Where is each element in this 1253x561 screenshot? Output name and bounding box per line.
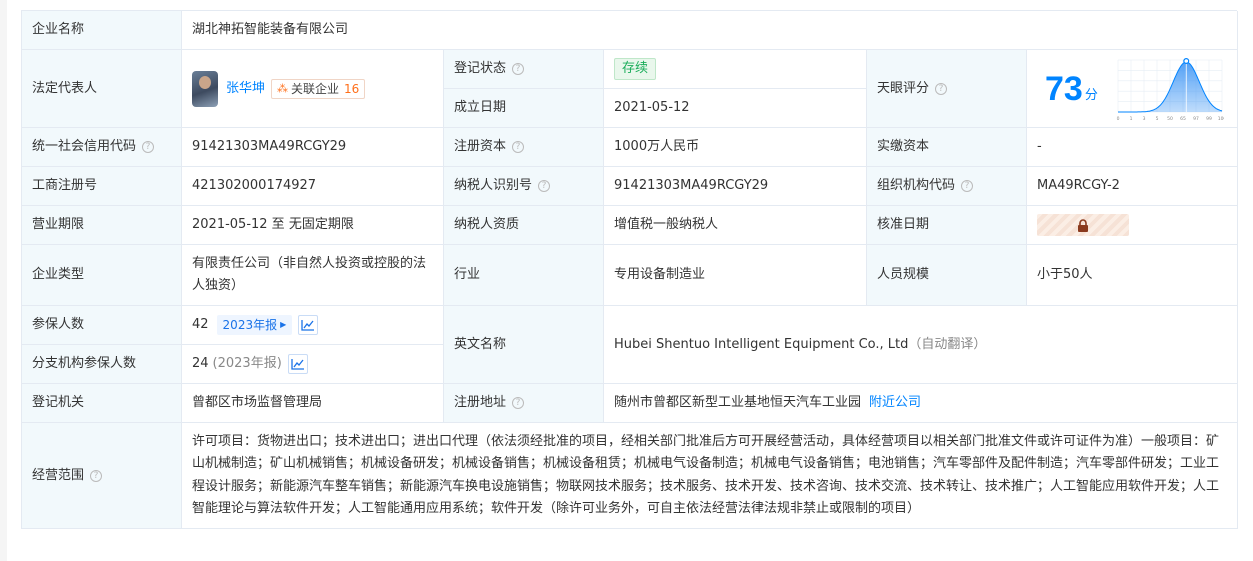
score-unit: 分 bbox=[1084, 87, 1098, 103]
established-label: 成立日期 bbox=[444, 89, 604, 128]
org-code-label: 组织机构代码? bbox=[867, 167, 1027, 206]
score-distribution-chart: 013550659799100 bbox=[1116, 57, 1224, 122]
taxpayer-id-label: 纳税人识别号? bbox=[444, 167, 604, 206]
reg-authority-label: 登记机关 bbox=[22, 384, 182, 423]
company-name-label: 企业名称 bbox=[22, 11, 182, 50]
insured-value: 42 2023年报 ▶ bbox=[182, 306, 444, 345]
staff-size-label: 人员规模 bbox=[867, 245, 1027, 306]
score-value: 73 bbox=[1045, 69, 1083, 108]
help-icon[interactable]: ? bbox=[935, 82, 948, 95]
english-name-value: Hubei Shentuo Intelligent Equipment Co.,… bbox=[604, 306, 1238, 384]
biz-reg-no-value: 421302000174927 bbox=[182, 167, 444, 206]
reg-status-value: 存续 bbox=[604, 50, 867, 89]
company-info-table: 企业名称 湖北神拓智能装备有限公司 法定代表人 张华坤 ⁂ 关联企业 16 登记… bbox=[21, 10, 1238, 529]
help-icon[interactable]: ? bbox=[512, 63, 525, 75]
chart-tick-label: 3 bbox=[1142, 116, 1145, 122]
branch-insured-label: 分支机构参保人数 bbox=[22, 345, 182, 384]
trend-chart-button[interactable] bbox=[298, 315, 319, 335]
insured-label: 参保人数 bbox=[22, 306, 182, 345]
org-code-value: MA49RCGY-2 bbox=[1027, 167, 1238, 206]
tianyan-score-label: 天眼评分? bbox=[867, 50, 1027, 128]
reg-address-value: 随州市曾都区新型工业基地恒天汽车工业园 附近公司 bbox=[604, 384, 1238, 423]
chart-tick-label: 100 bbox=[1218, 116, 1224, 122]
chart-tick-label: 0 bbox=[1116, 116, 1119, 122]
chart-tick-label: 5 bbox=[1155, 116, 1158, 122]
biz-scope-label: 经营范围? bbox=[22, 423, 182, 529]
reg-capital-label: 注册资本? bbox=[444, 128, 604, 167]
chart-tick-label: 65 bbox=[1180, 116, 1186, 122]
biz-term-value: 2021-05-12 至 无固定期限 bbox=[182, 206, 444, 245]
help-icon[interactable]: ? bbox=[538, 180, 551, 192]
biz-scope-value: 许可项目：货物进出口；技术进出口；进出口代理（依法须经批准的项目，经相关部门批准… bbox=[182, 423, 1238, 529]
taxpayer-id-value: 91421303MA49RCGY29 bbox=[604, 167, 867, 206]
left-edge-strip bbox=[0, 0, 7, 561]
trend-chart-icon bbox=[301, 320, 315, 331]
credit-code-label: 统一社会信用代码? bbox=[22, 128, 182, 167]
help-icon[interactable]: ? bbox=[512, 397, 525, 409]
reg-address-label: 注册地址? bbox=[444, 384, 604, 423]
chart-tick-label: 1 bbox=[1129, 116, 1132, 122]
english-name-label: 英文名称 bbox=[444, 306, 604, 384]
locked-value-box[interactable] bbox=[1037, 214, 1129, 236]
help-icon[interactable]: ? bbox=[512, 141, 525, 153]
industry-value: 专用设备制造业 bbox=[604, 245, 867, 306]
annual-report-tag[interactable]: 2023年报 ▶ bbox=[216, 315, 293, 335]
nearby-companies-link[interactable]: 附近公司 bbox=[869, 392, 921, 414]
credit-code-value: 91421303MA49RCGY29 bbox=[182, 128, 444, 167]
chart-tick-label: 97 bbox=[1193, 116, 1199, 122]
company-type-label: 企业类型 bbox=[22, 245, 182, 306]
company-name-value: 湖北神拓智能装备有限公司 bbox=[182, 11, 1238, 50]
help-icon[interactable]: ? bbox=[142, 141, 155, 153]
chart-tick-label: 99 bbox=[1206, 116, 1212, 122]
paid-capital-value: - bbox=[1027, 128, 1238, 167]
tianyan-score-cell[interactable]: 73 分 013550659799100 bbox=[1027, 50, 1238, 128]
related-companies-icon: ⁂ bbox=[277, 81, 289, 95]
lock-icon bbox=[1078, 218, 1088, 232]
staff-size-value: 小于50人 bbox=[1027, 245, 1238, 306]
status-badge: 存续 bbox=[614, 58, 657, 80]
score-marker-point bbox=[1183, 57, 1190, 64]
reg-authority-value: 曾都区市场监督管理局 bbox=[182, 384, 444, 423]
branch-insured-value: 24 (2023年报) bbox=[182, 345, 444, 384]
related-companies-badge[interactable]: ⁂ 关联企业 16 bbox=[271, 78, 366, 99]
help-icon[interactable]: ? bbox=[961, 180, 974, 192]
paid-capital-label: 实缴资本 bbox=[867, 128, 1027, 167]
reg-status-label: 登记状态? bbox=[444, 50, 604, 89]
approval-date-label: 核准日期 bbox=[867, 206, 1027, 245]
legal-rep-label: 法定代表人 bbox=[22, 50, 182, 128]
chart-tick-label: 50 bbox=[1167, 116, 1173, 122]
caret-right-icon: ▶ bbox=[280, 320, 287, 329]
avatar[interactable] bbox=[192, 70, 218, 107]
legal-rep-name-link[interactable]: 张华坤 bbox=[226, 78, 265, 100]
established-value: 2021-05-12 bbox=[604, 89, 867, 128]
biz-reg-no-label: 工商注册号 bbox=[22, 167, 182, 206]
help-icon[interactable]: ? bbox=[90, 469, 103, 482]
trend-chart-button[interactable] bbox=[287, 354, 308, 374]
taxpayer-qual-label: 纳税人资质 bbox=[444, 206, 604, 245]
taxpayer-qual-value: 增值税一般纳税人 bbox=[604, 206, 867, 245]
company-type-value: 有限责任公司（非自然人投资或控股的法人独资） bbox=[182, 245, 444, 306]
industry-label: 行业 bbox=[444, 245, 604, 306]
approval-date-value bbox=[1027, 206, 1238, 245]
biz-term-label: 营业期限 bbox=[22, 206, 182, 245]
reg-capital-value: 1000万人民币 bbox=[604, 128, 867, 167]
legal-rep-cell: 张华坤 ⁂ 关联企业 16 bbox=[182, 50, 444, 128]
trend-chart-icon bbox=[291, 359, 304, 370]
